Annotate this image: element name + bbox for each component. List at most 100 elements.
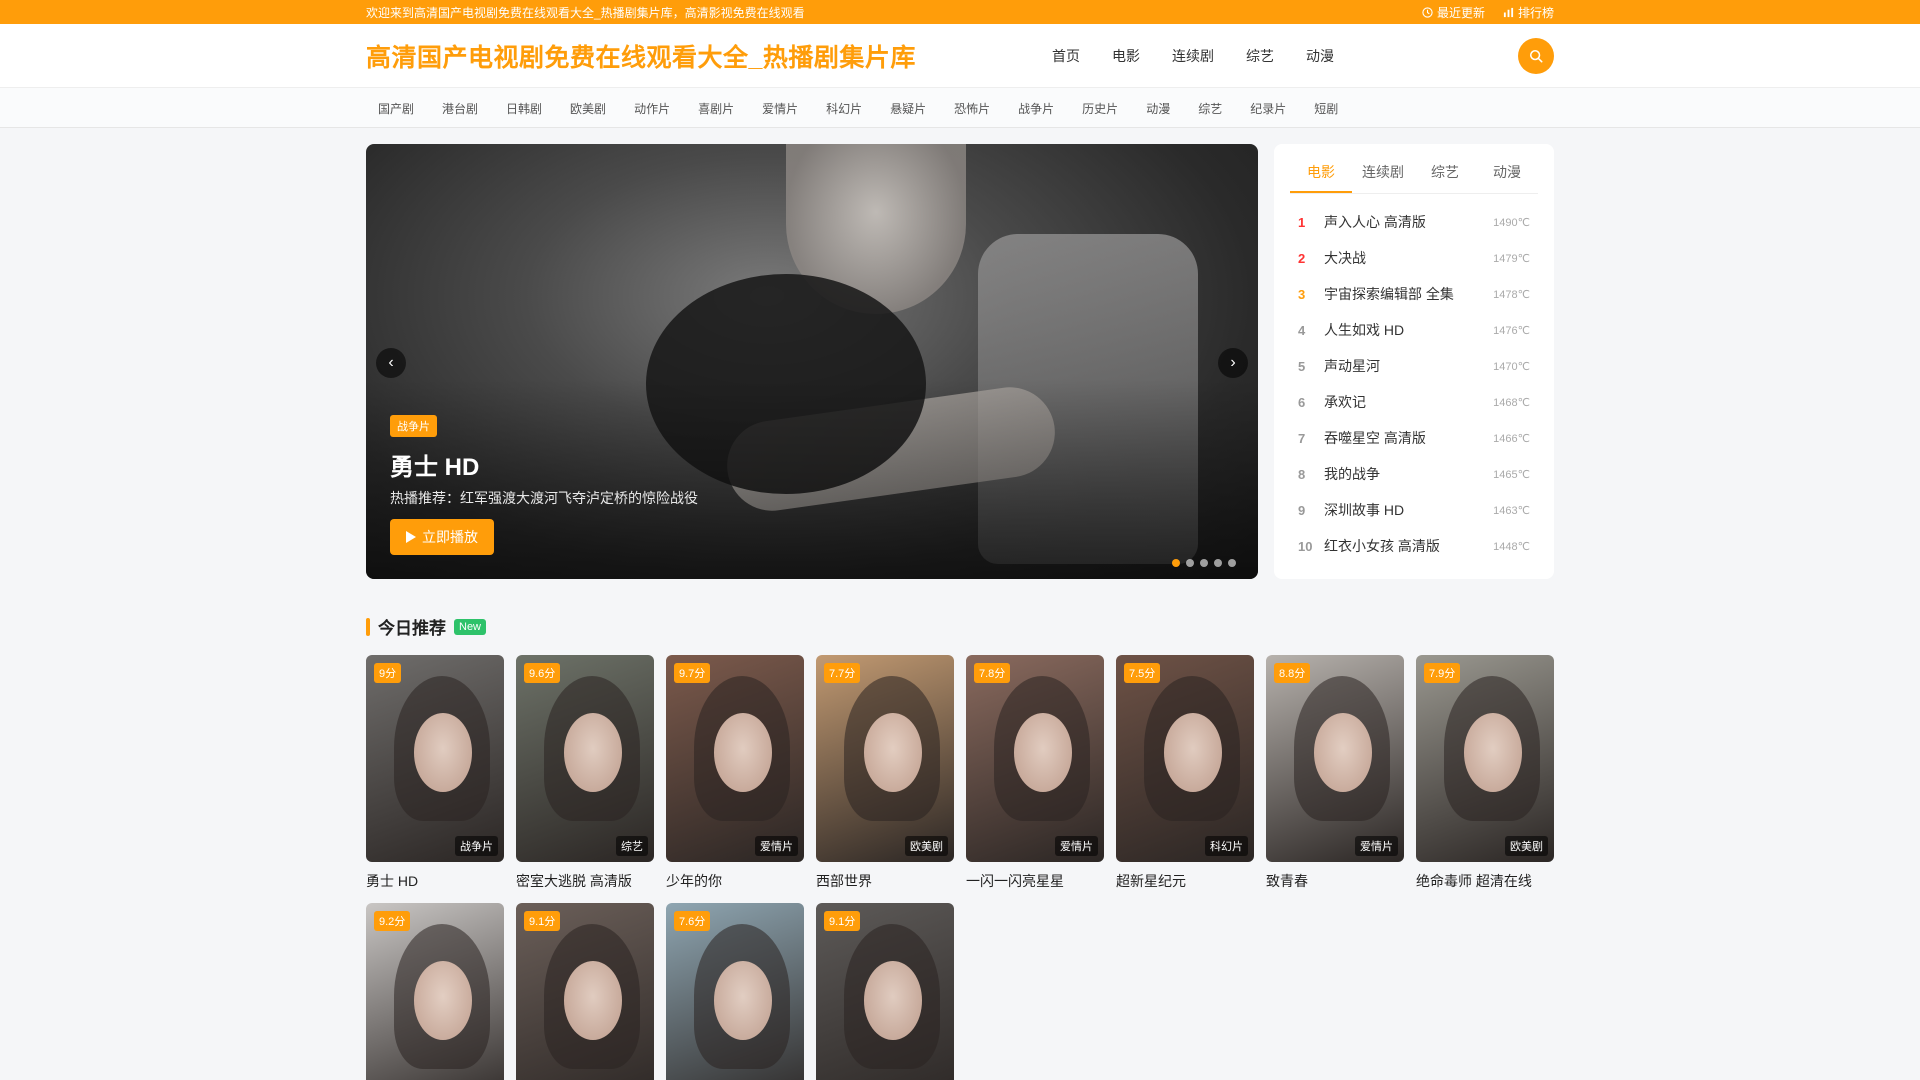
movie-poster[interactable]: 8.8分 爱情片	[1266, 655, 1404, 862]
nav-home[interactable]: 首页	[1052, 46, 1080, 66]
movie-poster[interactable]: 7.6分	[666, 903, 804, 1080]
ranking-item[interactable]: 2 大决战 1479℃	[1290, 240, 1538, 276]
category-link[interactable]: 国产剧	[378, 100, 414, 117]
rank-number: 6	[1298, 394, 1306, 410]
movie-poster[interactable]: 9.7分 爱情片	[666, 655, 804, 862]
ranking-tab[interactable]: 电影	[1290, 156, 1352, 193]
ranking-tab[interactable]: 动漫	[1476, 156, 1538, 193]
ranking-item[interactable]: 4 人生如戏 HD 1476℃	[1290, 312, 1538, 348]
movie-poster[interactable]: 9.1分	[816, 903, 954, 1080]
movie-poster[interactable]: 7.7分 欧美剧	[816, 655, 954, 862]
ranking-tab[interactable]: 连续剧	[1352, 156, 1414, 193]
category-link[interactable]: 战争片	[1018, 100, 1054, 117]
hero-banner[interactable]: ‹ › 战争片 勇士 HD 热播推荐：红军强渡大渡河飞夺泸定桥的惊险战役 立即播…	[366, 144, 1258, 579]
rank-title: 吞噬星空 高清版	[1324, 430, 1426, 446]
banner-dot[interactable]	[1186, 559, 1194, 567]
ranking-item[interactable]: 7 吞噬星空 高清版 1466℃	[1290, 420, 1538, 456]
category-link[interactable]: 动漫	[1146, 100, 1170, 117]
ranking-item[interactable]: 5 声动星河 1470℃	[1290, 348, 1538, 384]
recent-updates-label: 最近更新	[1436, 5, 1485, 20]
movie-poster[interactable]: 7.8分 爱情片	[966, 655, 1104, 862]
movie-card[interactable]: 9.2分	[366, 903, 504, 1080]
movie-title[interactable]: 少年的你	[666, 871, 804, 891]
movie-poster[interactable]: 9.6分 综艺	[516, 655, 654, 862]
nav-anime[interactable]: 动漫	[1306, 46, 1334, 66]
rank-heat: 1476℃	[1493, 324, 1530, 337]
banner-dot[interactable]	[1200, 559, 1208, 567]
category-link[interactable]: 悬疑片	[890, 100, 926, 117]
movie-card[interactable]: 7.5分 科幻片超新星纪元	[1116, 655, 1254, 891]
movie-poster[interactable]: 9.1分	[516, 903, 654, 1080]
rank-number: 8	[1298, 466, 1306, 482]
ranking-item[interactable]: 9 深圳故事 HD 1463℃	[1290, 492, 1538, 528]
movie-card[interactable]: 8.8分 爱情片致青春	[1266, 655, 1404, 891]
movie-card[interactable]: 9分 战争片勇士 HD	[366, 655, 504, 891]
category-link[interactable]: 科幻片	[826, 100, 862, 117]
nav-series[interactable]: 连续剧	[1172, 46, 1214, 66]
movie-card[interactable]: 9.6分 综艺密室大逃脱 高清版	[516, 655, 654, 891]
category-link[interactable]: 欧美剧	[570, 100, 606, 117]
ranking-item[interactable]: 3 宇宙探索编辑部 全集 1478℃	[1290, 276, 1538, 312]
movie-title[interactable]: 致青春	[1266, 871, 1404, 891]
rank-heat: 1470℃	[1493, 360, 1530, 373]
movie-title[interactable]: 绝命毒师 超清在线	[1416, 871, 1554, 891]
rank-title: 声动星河	[1324, 358, 1380, 374]
rank-heat: 1468℃	[1493, 396, 1530, 409]
movie-poster[interactable]: 7.5分 科幻片	[1116, 655, 1254, 862]
movie-card[interactable]: 7.8分 爱情片一闪一闪亮星星	[966, 655, 1104, 891]
ranking-item[interactable]: 10 红衣小女孩 高清版 1448℃	[1290, 528, 1538, 564]
category-link[interactable]: 恐怖片	[954, 100, 990, 117]
banner-category-tag: 战争片	[390, 415, 437, 437]
movie-card[interactable]: 7.9分 欧美剧绝命毒师 超清在线	[1416, 655, 1554, 891]
movie-card[interactable]: 9.1分	[816, 903, 954, 1080]
play-now-button[interactable]: 立即播放	[390, 519, 494, 555]
ranking-item[interactable]: 6 承欢记 1468℃	[1290, 384, 1538, 420]
movie-poster[interactable]: 9.2分	[366, 903, 504, 1080]
category-link[interactable]: 港台剧	[442, 100, 478, 117]
search-button[interactable]	[1518, 38, 1554, 74]
category-link[interactable]: 历史片	[1082, 100, 1118, 117]
category-link[interactable]: 日韩剧	[506, 100, 542, 117]
rank-heat: 1463℃	[1493, 504, 1530, 517]
movie-card[interactable]: 7.6分	[666, 903, 804, 1080]
category-link[interactable]: 爱情片	[762, 100, 798, 117]
score-badge: 7.5分	[1124, 663, 1161, 683]
banner-dot[interactable]	[1172, 559, 1180, 567]
rank-heat: 1490℃	[1493, 216, 1530, 229]
ranking-tab[interactable]: 综艺	[1414, 156, 1476, 193]
rank-title: 红衣小女孩 高清版	[1324, 538, 1440, 554]
movie-card[interactable]: 9.7分 爱情片少年的你	[666, 655, 804, 891]
movie-card[interactable]: 7.7分 欧美剧西部世界	[816, 655, 954, 891]
site-logo[interactable]: 高清国产电视剧免费在线观看大全_热播剧集片库	[366, 38, 916, 74]
rank-number: 5	[1298, 358, 1306, 374]
movie-title[interactable]: 西部世界	[816, 871, 954, 891]
chevron-right-icon: ›	[1230, 354, 1236, 371]
recent-updates-link[interactable]: 最近更新	[1422, 4, 1485, 21]
banner-prev-button[interactable]: ‹	[376, 348, 406, 378]
section-title: 今日推荐	[378, 619, 446, 638]
banner-next-button[interactable]: ›	[1218, 348, 1248, 378]
movie-title[interactable]: 一闪一闪亮星星	[966, 871, 1104, 891]
rank-title: 声入人心 高清版	[1324, 214, 1426, 230]
banner-dot[interactable]	[1228, 559, 1236, 567]
banner-dot[interactable]	[1214, 559, 1222, 567]
category-link[interactable]: 短剧	[1314, 100, 1338, 117]
movie-poster[interactable]: 7.9分 欧美剧	[1416, 655, 1554, 862]
ranking-item[interactable]: 1 声入人心 高清版 1490℃	[1290, 204, 1538, 240]
category-link[interactable]: 喜剧片	[698, 100, 734, 117]
movie-title[interactable]: 密室大逃脱 高清版	[516, 871, 654, 891]
score-badge: 9.6分	[524, 663, 561, 683]
score-badge: 7.8分	[974, 663, 1011, 683]
category-link[interactable]: 纪录片	[1250, 100, 1286, 117]
nav-variety[interactable]: 综艺	[1246, 46, 1274, 66]
rank-heat: 1448℃	[1493, 540, 1530, 553]
movie-title[interactable]: 超新星纪元	[1116, 871, 1254, 891]
ranking-item[interactable]: 8 我的战争 1465℃	[1290, 456, 1538, 492]
category-link[interactable]: 综艺	[1198, 100, 1222, 117]
nav-movie[interactable]: 电影	[1112, 46, 1140, 66]
category-link[interactable]: 动作片	[634, 100, 670, 117]
movie-card[interactable]: 9.1分	[516, 903, 654, 1080]
movie-title[interactable]: 勇士 HD	[366, 871, 504, 891]
ranking-link[interactable]: 排行榜	[1503, 4, 1554, 21]
movie-poster[interactable]: 9分 战争片	[366, 655, 504, 862]
